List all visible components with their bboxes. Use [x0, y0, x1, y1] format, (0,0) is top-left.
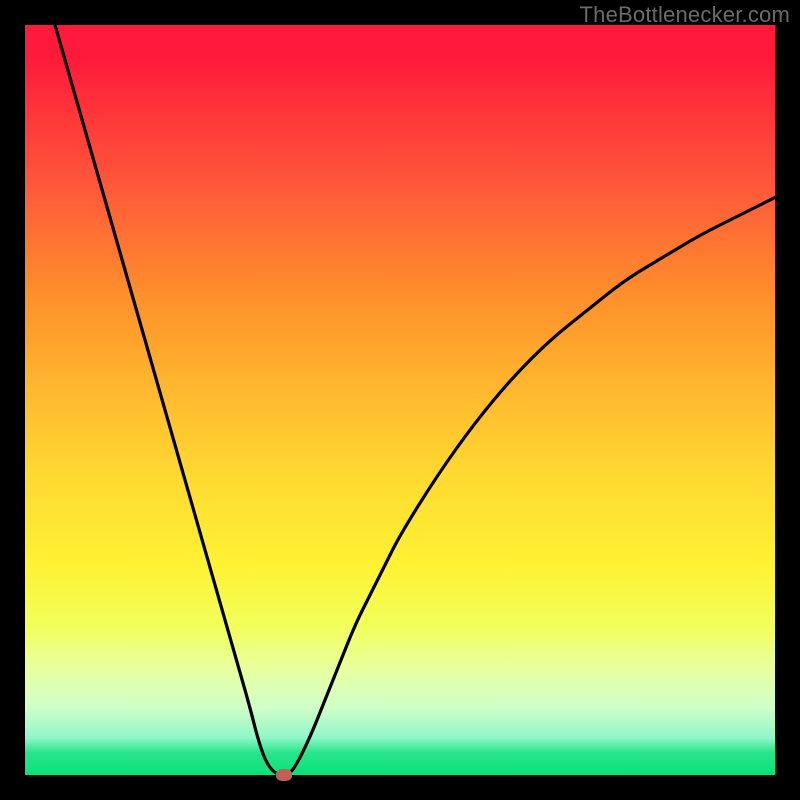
bottleneck-curve — [55, 25, 775, 775]
curve-svg — [25, 25, 775, 775]
optimum-marker — [276, 769, 292, 781]
chart-frame: TheBottlenecker.com — [0, 0, 800, 800]
plot-area — [25, 25, 775, 775]
